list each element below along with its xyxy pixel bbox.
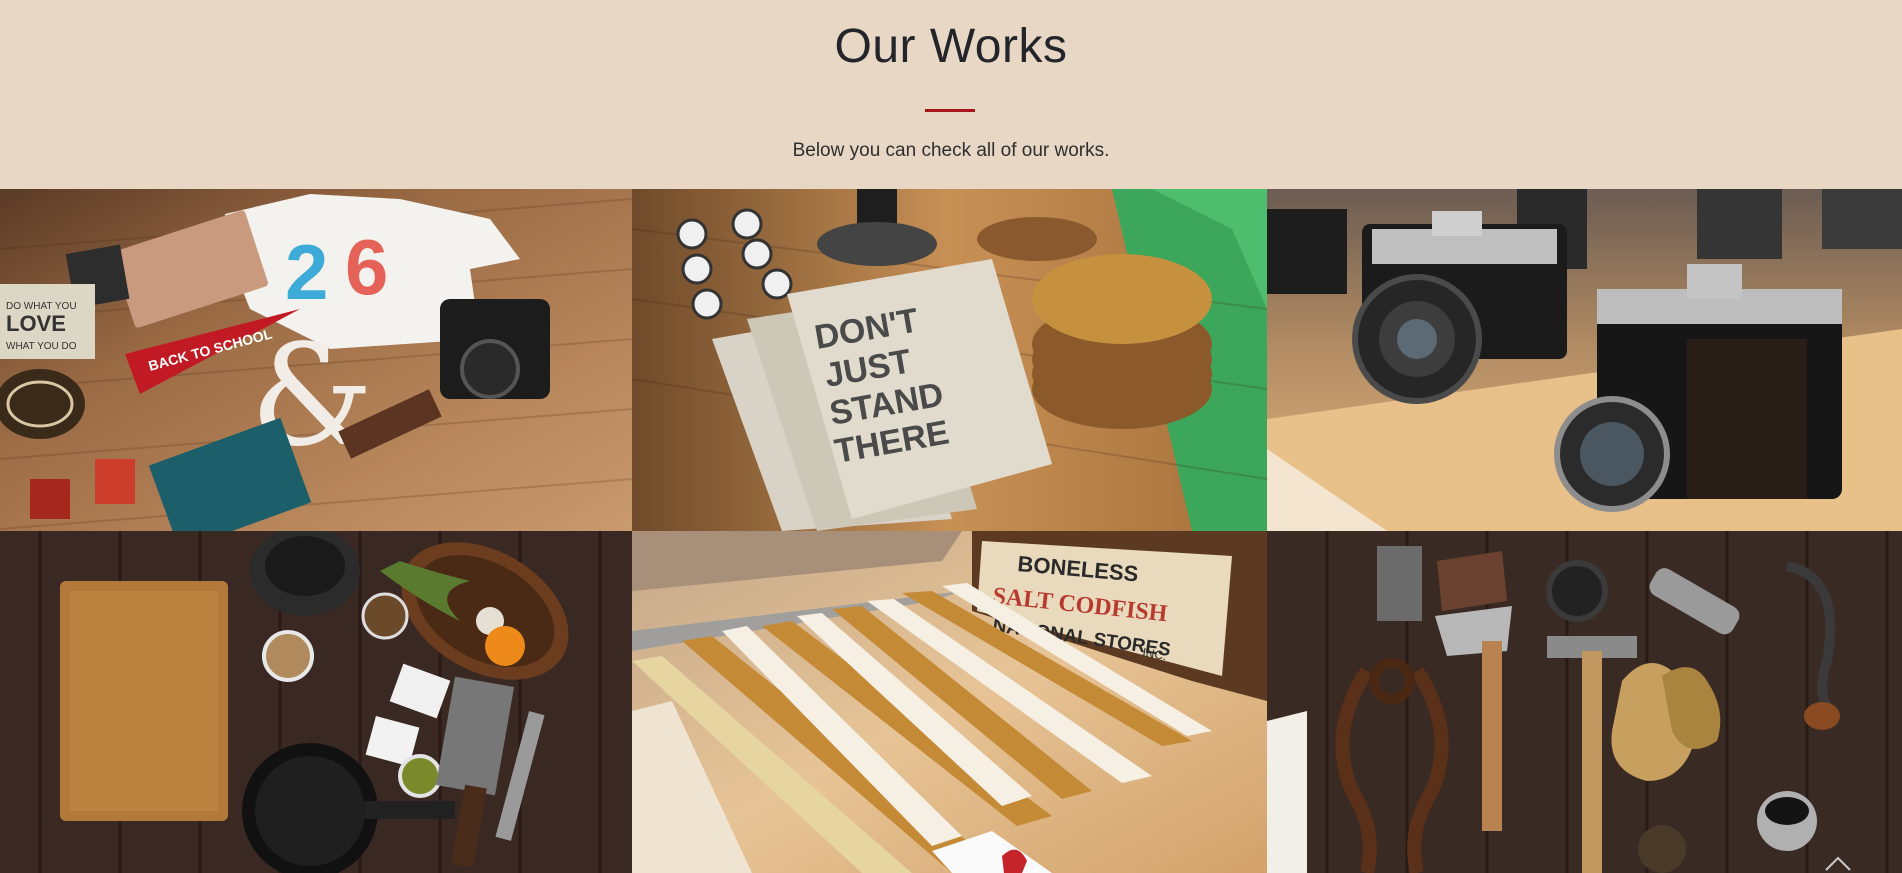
scroll-to-top-button[interactable] xyxy=(1823,852,1853,873)
gallery-item-tools[interactable] xyxy=(1267,531,1902,873)
section-subtitle: Below you can check all of our works. xyxy=(792,140,1110,161)
gallery-item-rulers[interactable]: BONELESS SALT CODFISH NATIONAL STORES IN… xyxy=(632,531,1267,873)
cameras-image xyxy=(1267,189,1902,531)
rulers-image: BONELESS SALT CODFISH NATIONAL STORES IN… xyxy=(632,531,1267,873)
gallery-item-cameras[interactable] xyxy=(1267,189,1902,531)
sign-text-line2: LOVE xyxy=(6,311,66,336)
kitchen-image xyxy=(0,531,632,873)
gallery-item-design-flatlay[interactable]: 2 6 DO WHAT YOU LOVE WHAT YOU DO BACK TO… xyxy=(0,189,632,531)
tools-image xyxy=(1267,531,1902,873)
works-gallery: 2 6 DO WHAT YOU LOVE WHAT YOU DO BACK TO… xyxy=(0,189,1902,873)
tshirt-print-6: 6 xyxy=(345,223,388,311)
chevron-up-icon xyxy=(1825,856,1851,871)
gallery-item-kitchen[interactable] xyxy=(0,531,632,873)
works-header: Our Works Below you can check all of our… xyxy=(0,0,1902,189)
notebooks-image: DON'T JUST STAND THERE xyxy=(632,189,1267,531)
design-flatlay-image: 2 6 DO WHAT YOU LOVE WHAT YOU DO BACK TO… xyxy=(0,189,632,531)
section-title: Our Works xyxy=(834,20,1068,73)
tshirt-print-2: 2 xyxy=(285,228,328,316)
title-divider xyxy=(925,109,975,112)
sign-text-line3: WHAT YOU DO xyxy=(6,341,77,352)
gallery-item-notebooks[interactable]: DON'T JUST STAND THERE xyxy=(632,189,1267,531)
